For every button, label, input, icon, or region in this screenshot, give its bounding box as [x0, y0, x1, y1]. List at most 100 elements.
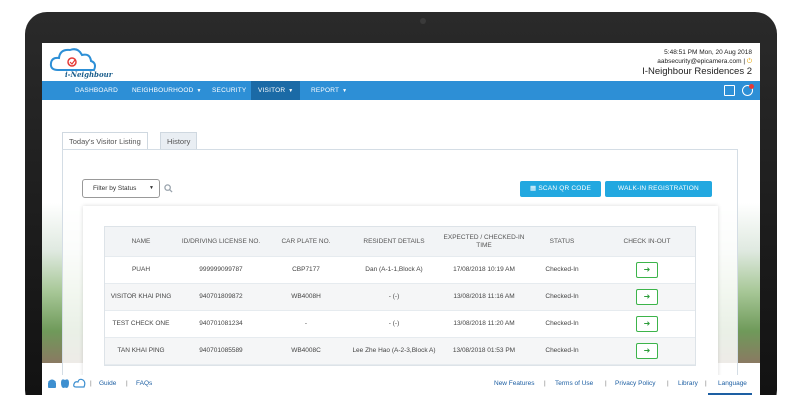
check-out-button[interactable]: ➜ — [636, 289, 658, 305]
status-filter-label: Filter by Status — [93, 185, 137, 192]
separator: | — [126, 380, 128, 387]
caret-down-icon: ▼ — [288, 88, 294, 94]
terms-link[interactable]: Terms of Use — [555, 380, 593, 387]
cell-car-plate: - — [304, 320, 308, 327]
nav-visitor-label: VISITOR — [258, 87, 286, 94]
apple-icon[interactable] — [60, 377, 70, 389]
cell-id: 940701809872 — [199, 293, 243, 300]
search-icon[interactable] — [164, 184, 173, 193]
document-icon[interactable] — [724, 85, 735, 96]
visitor-table: NAME ID/DRIVING LICENSE NO. CAR PLATE NO… — [104, 226, 696, 366]
col-header-time: EXPECTED / CHECKED-IN TIME — [443, 233, 525, 249]
cell-check: ➜ — [597, 338, 697, 364]
cell-name: VISITOR KHAI PING — [110, 293, 172, 300]
cell-id: 999999099787 — [199, 266, 243, 273]
notification-badge — [749, 84, 754, 89]
separator: | — [667, 380, 669, 387]
cell-car-plate: WB4008H — [291, 293, 321, 300]
separator: | — [605, 380, 607, 387]
cloud-app-icon[interactable] — [73, 378, 86, 388]
col-header-car-plate: CAR PLATE NO. — [281, 237, 331, 245]
check-out-button[interactable]: ➜ — [636, 343, 658, 359]
nav-visitor[interactable]: VISITOR ▼ — [251, 81, 301, 100]
caret-down-icon: ▼ — [149, 185, 154, 191]
app-header: i-Neighbour 5:48:51 PM Mon, 20 Aug 2018 … — [42, 43, 760, 81]
brand-name: i-Neighbour — [65, 70, 113, 79]
guide-link[interactable]: Guide — [99, 380, 116, 387]
separator: | — [705, 380, 707, 387]
table-header-row: NAME ID/DRIVING LICENSE NO. CAR PLATE NO… — [105, 227, 695, 257]
library-link[interactable]: Library — [678, 380, 698, 387]
separator: | — [90, 380, 92, 387]
cell-resident: Lee Zhe Hao (A-2-3,Block A) — [352, 347, 436, 354]
col-header-status: STATUS — [549, 237, 575, 245]
sign-out-icon: ➜ — [643, 292, 651, 301]
cell-car-plate: CBP7177 — [292, 266, 320, 273]
cell-car-plate: WB4008C — [291, 347, 321, 354]
cell-id: 940701085589 — [199, 347, 243, 354]
app-screen: i-Neighbour 5:48:51 PM Mon, 20 Aug 2018 … — [42, 43, 760, 395]
check-out-button[interactable]: ➜ — [636, 262, 658, 278]
faqs-link[interactable]: FAQs — [136, 380, 152, 387]
caret-down-icon: ▼ — [342, 88, 348, 94]
walk-in-registration-button[interactable]: WALK-IN REGISTRATION — [605, 181, 712, 197]
caret-down-icon: ▼ — [196, 88, 202, 94]
nav-neighbourhood-label: NEIGHBOURHOOD — [132, 87, 194, 94]
android-icon[interactable] — [47, 378, 57, 390]
cell-time: 13/08/2018 11:16 AM — [453, 293, 515, 300]
new-features-link[interactable]: New Features — [494, 380, 534, 387]
cell-time: 17/08/2018 10:19 AM — [453, 266, 515, 273]
separator: | — [743, 58, 746, 65]
tab-todays-visitor-listing[interactable]: Today's Visitor Listing — [62, 132, 148, 150]
nav-report[interactable]: REPORT ▼ — [304, 81, 354, 100]
datetime-text: 5:48:51 PM Mon, 20 Aug 2018 — [664, 49, 752, 56]
cell-check: ➜ — [597, 311, 697, 337]
cell-name: PUAH — [131, 266, 151, 273]
col-header-name: NAME — [131, 237, 151, 245]
cell-status: Checked-In — [545, 320, 579, 327]
nav-dashboard[interactable]: DASHBOARD — [68, 81, 125, 100]
language-link[interactable]: Language — [718, 380, 747, 387]
header-info: 5:48:51 PM Mon, 20 Aug 2018 aabsecurity@… — [642, 48, 752, 78]
nav-security[interactable]: SECURITY — [205, 81, 253, 100]
app-footer: | Guide | FAQs New Features | Terms of U… — [42, 375, 760, 395]
cell-time: 13/08/2018 11:20 AM — [453, 320, 515, 327]
scan-qr-label: SCAN QR CODE — [538, 185, 591, 192]
col-header-resident: RESIDENT DETAILS — [363, 237, 425, 245]
cell-name: TAN KHAI PING — [117, 347, 165, 354]
table-row: PUAH 999999099787 CBP7177 Dan (A-1-1,Blo… — [105, 257, 695, 284]
scan-qr-code-button[interactable]: ▦ SCAN QR CODE — [520, 181, 601, 197]
cell-check: ➜ — [597, 257, 697, 283]
nav-neighbourhood[interactable]: NEIGHBOURHOOD ▼ — [125, 81, 209, 100]
webcam — [420, 18, 426, 24]
col-header-id: ID/DRIVING LICENSE NO. — [181, 237, 261, 245]
main-nav: DASHBOARD NEIGHBOURHOOD ▼ SECURITY VISITO… — [42, 81, 760, 100]
table-row: TAN KHAI PING 940701085589 WB4008C Lee Z… — [105, 338, 695, 365]
cell-status: Checked-In — [545, 347, 579, 354]
cell-status: Checked-In — [545, 266, 579, 273]
cell-status: Checked-In — [545, 293, 579, 300]
check-out-button[interactable]: ➜ — [636, 316, 658, 332]
cell-resident: Dan (A-1-1,Block A) — [365, 266, 423, 273]
sign-out-icon: ➜ — [643, 265, 651, 274]
cell-name: TEST CHECK ONE — [112, 320, 170, 327]
power-icon[interactable]: ⏻ — [747, 58, 752, 65]
cell-id: 940701081234 — [199, 320, 243, 327]
privacy-link[interactable]: Privacy Policy — [615, 380, 655, 387]
tab-history[interactable]: History — [160, 132, 198, 150]
separator: | — [544, 380, 546, 387]
sign-out-icon: ➜ — [643, 319, 651, 328]
cell-resident: - (-) — [388, 293, 400, 300]
site-name: I-Neighbour Residences 2 — [642, 66, 752, 77]
status-filter-select[interactable]: Filter by Status ▼ — [82, 179, 160, 198]
user-email-row: aabsecurity@epicamera.com | ⏻ — [642, 57, 752, 66]
table-row: VISITOR KHAI PING 940701809872 WB4008H -… — [105, 284, 695, 311]
table-row: TEST CHECK ONE 940701081234 - - (-) 13/0… — [105, 311, 695, 338]
user-email: aabsecurity@epicamera.com — [657, 58, 742, 65]
col-header-check: CHECK IN-OUT — [623, 237, 671, 245]
cell-resident: - (-) — [388, 320, 400, 327]
brand-logo[interactable]: i-Neighbour — [48, 44, 116, 80]
nav-report-label: REPORT — [311, 87, 340, 94]
cell-check: ➜ — [597, 284, 697, 310]
cell-time: 13/08/2018 01:53 PM — [452, 347, 516, 354]
